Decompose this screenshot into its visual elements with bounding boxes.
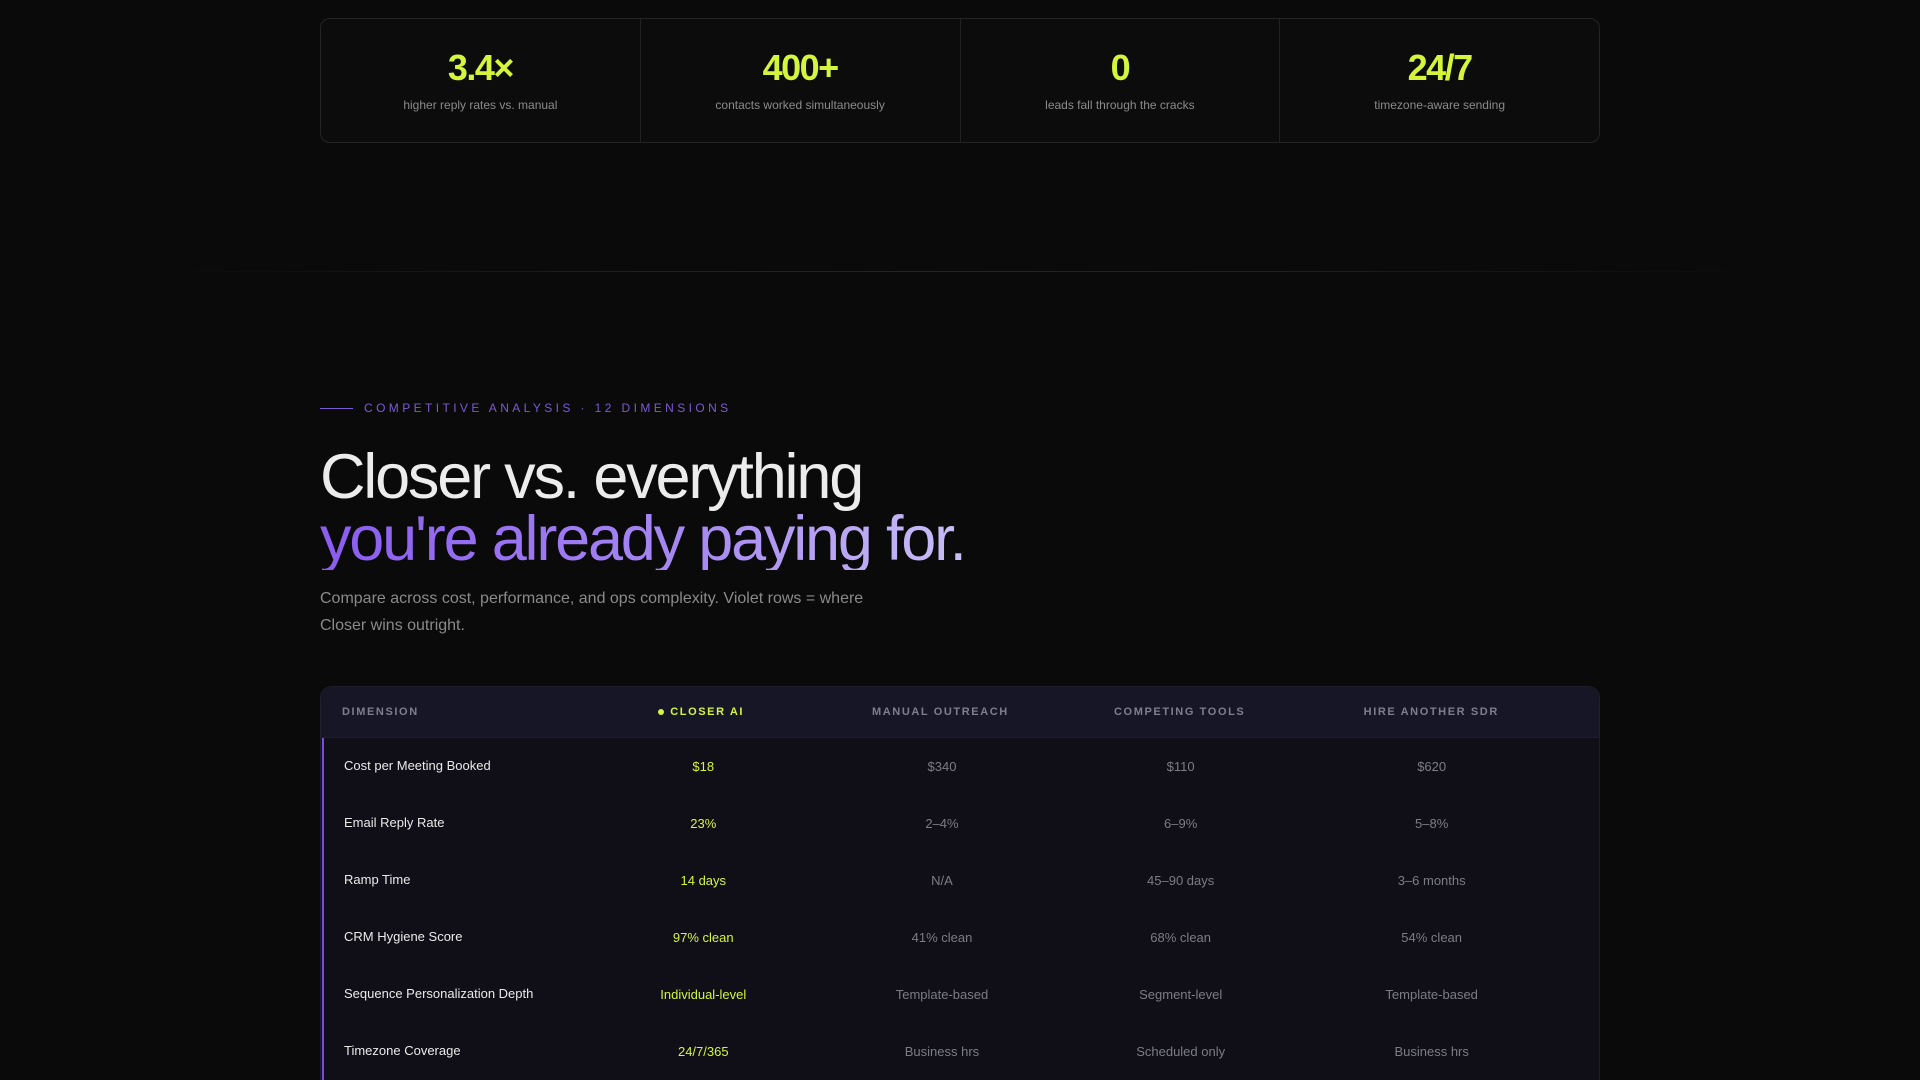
stat-timezone: 24/7 timezone-aware sending [1280, 19, 1599, 142]
cell-manual-outreach: Template-based [895, 987, 989, 1002]
cell-competing-tools: 6–9% [1164, 816, 1198, 831]
stat-value: 400+ [762, 46, 840, 88]
cell-closer-ai: 24/7/365 [677, 1044, 729, 1059]
comparison-table: DIMENSION CLOSER AI MANUAL OUTREACH COMP… [320, 686, 1600, 1080]
table-row: Timezone Coverage 24/7/365 Business hrs … [324, 1023, 1599, 1080]
cell-manual-outreach: 41% clean [911, 930, 973, 945]
cell-dimension: Email Reply Rate [344, 815, 445, 830]
header-closer-ai-label: CLOSER AI [670, 706, 745, 718]
cell-manual-outreach: Business hrs [904, 1044, 980, 1059]
cell-manual-outreach: 2–4% [925, 816, 959, 831]
status-dot-icon [658, 709, 665, 715]
cell-closer-ai: 23% [690, 816, 717, 831]
stat-value: 3.4× [447, 46, 515, 88]
section-divider [160, 271, 1760, 272]
cell-competing-tools: Scheduled only [1136, 1044, 1226, 1059]
cell-hire-sdr: Template-based [1385, 987, 1478, 1002]
stat-label: higher reply rates vs. manual [403, 97, 558, 112]
stat-value: 24/7 [1407, 46, 1474, 88]
cell-dimension: CRM Hygiene Score [344, 929, 463, 944]
cell-hire-sdr: 5–8% [1415, 816, 1449, 831]
cell-competing-tools: 68% clean [1150, 930, 1212, 945]
cell-dimension: Cost per Meeting Booked [344, 758, 491, 773]
cell-hire-sdr: $620 [1417, 759, 1447, 774]
table-body: Cost per Meeting Booked $18 $340 $110 $6… [322, 738, 1599, 1080]
page: 3.4× higher reply rates vs. manual 400+ … [0, 0, 1920, 1080]
header-dimension: DIMENSION [342, 706, 419, 718]
cell-hire-sdr: 54% clean [1401, 930, 1463, 945]
stat-label: timezone-aware sending [1374, 97, 1505, 112]
eyebrow-text: COMPETITIVE ANALYSIS · 12 DIMENSIONS [364, 401, 732, 415]
table-row: Ramp Time 14 days N/A 45–90 days 3–6 mon… [324, 852, 1599, 909]
cell-dimension: Ramp Time [344, 872, 411, 887]
cell-competing-tools: 45–90 days [1147, 873, 1215, 888]
cell-competing-tools: Segment-level [1139, 987, 1223, 1002]
cell-closer-ai: $18 [692, 759, 715, 774]
headline-line-2: you're already paying for. [320, 504, 967, 574]
stat-label: leads fall through the cracks [1045, 97, 1195, 112]
table-row: Email Reply Rate 23% 2–4% 6–9% 5–8% [324, 795, 1599, 852]
cell-closer-ai: Individual-level [660, 987, 747, 1002]
cell-dimension: Sequence Personalization Depth [344, 986, 534, 1001]
cell-competing-tools: $110 [1166, 759, 1195, 774]
stats-strip: 3.4× higher reply rates vs. manual 400+ … [320, 18, 1600, 143]
header-manual-outreach: MANUAL OUTREACH [871, 706, 1009, 718]
header-competing-tools: COMPETING TOOLS [1114, 706, 1246, 718]
cell-closer-ai: 14 days [680, 873, 727, 888]
cell-manual-outreach: $340 [927, 759, 957, 774]
header-closer-ai: CLOSER AI [617, 706, 785, 718]
headline-line-1: Closer vs. everything [320, 442, 864, 512]
stat-contacts: 400+ contacts worked simultaneously [641, 19, 961, 142]
eyebrow-line [320, 407, 353, 409]
table-row: Sequence Personalization Depth Individua… [324, 966, 1599, 1023]
table-header: DIMENSION CLOSER AI MANUAL OUTREACH COMP… [321, 687, 1599, 738]
table-row: Cost per Meeting Booked $18 $340 $110 $6… [324, 738, 1599, 795]
cell-dimension: Timezone Coverage [344, 1043, 461, 1058]
stat-leads: 0 leads fall through the cracks [961, 19, 1281, 142]
table-row: CRM Hygiene Score 97% clean 41% clean 68… [324, 909, 1599, 966]
cell-manual-outreach: N/A [931, 873, 953, 888]
stat-value: 0 [1110, 46, 1131, 88]
section-eyebrow: COMPETITIVE ANALYSIS · 12 DIMENSIONS [320, 401, 732, 415]
cell-hire-sdr: 3–6 months [1397, 873, 1466, 888]
stat-reply-rate: 3.4× higher reply rates vs. manual [321, 19, 641, 142]
section-subtitle: Compare across cost, performance, and op… [320, 590, 864, 634]
cell-hire-sdr: Business hrs [1394, 1044, 1469, 1059]
section-headline: Closer vs. everything you're already pay… [320, 442, 967, 574]
stat-label: contacts worked simultaneously [715, 97, 885, 112]
cell-closer-ai: 97% clean [672, 930, 734, 945]
header-hire-sdr: HIRE ANOTHER SDR [1363, 706, 1499, 718]
